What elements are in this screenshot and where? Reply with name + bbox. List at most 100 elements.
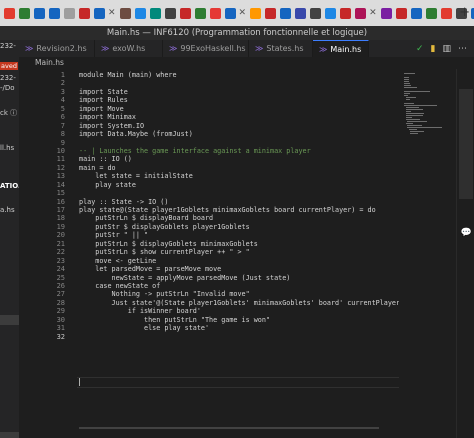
code-line[interactable]: play :: State -> IO () [79, 198, 399, 206]
browser-tab-favicon[interactable] [94, 7, 105, 19]
file-icon[interactable]: ▮ [431, 44, 436, 54]
browser-tab-favicon[interactable] [250, 7, 262, 19]
browser-tab-favicon[interactable] [119, 7, 131, 19]
minimap-line [404, 79, 410, 80]
browser-tab-favicon[interactable] [355, 7, 367, 19]
explorer-item[interactable]: ck ⓘ [0, 108, 17, 118]
code-line[interactable]: Nothing -> putStrLn "Invalid move" [79, 290, 399, 298]
code-line[interactable]: import Minimax [79, 113, 399, 121]
code-line[interactable] [79, 139, 399, 147]
code-line[interactable]: else play state' [79, 324, 399, 332]
minimap[interactable] [399, 69, 456, 438]
close-icon[interactable]: ✕ [369, 8, 377, 18]
tab-label: exoW.hs [112, 44, 146, 53]
haskell-file-icon: ≫ [101, 44, 110, 53]
explorer-item[interactable]: a.hs [0, 206, 15, 214]
code-line[interactable]: putStrLn $ show currentPlayer ++ " > " [79, 248, 399, 256]
browser-tab-favicon[interactable] [224, 7, 236, 19]
tab-exow[interactable]: ≫ exoW.hs [95, 40, 163, 57]
browser-tab-favicon[interactable] [470, 7, 474, 19]
comment-bubble-icon[interactable]: 💬 [461, 228, 472, 238]
minimap-line [405, 117, 413, 118]
explorer-item[interactable]: 232- [0, 42, 16, 50]
code-line[interactable]: let parsedMove = parseMove move [79, 265, 399, 273]
code-line[interactable]: putStr " || " [79, 231, 399, 239]
browser-tab-favicon[interactable] [395, 7, 407, 19]
code-line[interactable]: putStrLn $ displayBoard board [79, 214, 399, 222]
breadcrumb[interactable]: Main.hs [19, 57, 399, 69]
line-number-gutter: 1 2 3 4 5 6 7 8 9 10 11 12 13 14 15 16 17 18 19 20 21 22 23 24 2… [19, 71, 77, 341]
tab-states[interactable]: ≫ States.hs [249, 40, 313, 57]
line-number: 10 [56, 146, 65, 155]
new-tab-button[interactable]: + [459, 5, 470, 20]
code-line[interactable]: newState = applyMove parsedMove (Just st… [79, 274, 399, 282]
browser-tab-favicon[interactable] [134, 7, 146, 19]
code-line[interactable] [79, 189, 399, 197]
browser-tab-favicon[interactable] [149, 7, 161, 19]
code-content[interactable]: module Main (main) where import State impo… [79, 71, 399, 341]
browser-tab-favicon[interactable] [4, 7, 15, 19]
explorer-item[interactable]: -/Do [0, 84, 15, 92]
code-line[interactable] [79, 79, 399, 87]
tab-main[interactable]: ≫ Main.hs [313, 40, 369, 57]
check-icon[interactable]: ✓ [416, 44, 424, 54]
browser-tab-favicon[interactable] [49, 7, 60, 19]
browser-tab-favicon[interactable] [179, 7, 191, 19]
code-editor[interactable]: 1 2 3 4 5 6 7 8 9 10 11 12 13 14 15 16 17 18 19 20 21 22 23 24 2… [19, 69, 399, 429]
code-line[interactable]: case newState of [79, 282, 399, 290]
browser-tab-favicon[interactable] [19, 7, 30, 19]
horizontal-scrollbar[interactable] [79, 427, 379, 429]
current-line-highlight [77, 377, 399, 388]
browser-tab-favicon[interactable] [425, 7, 437, 19]
more-actions-icon[interactable]: ⋯ [458, 44, 467, 54]
line-number: 1 [60, 71, 65, 79]
browser-tab-favicon[interactable] [209, 7, 221, 19]
close-icon[interactable]: ✕ [239, 8, 247, 18]
tab-99exohaskell[interactable]: ≫ 99ExoHaskell.hs [163, 40, 249, 57]
code-line[interactable]: import System.IO [79, 122, 399, 130]
window-title: Main.hs — INF6120 (Programmation fonctio… [0, 26, 474, 40]
browser-tab-favicon[interactable] [34, 7, 45, 19]
browser-tab-favicon[interactable] [440, 7, 452, 19]
browser-tab-favicon[interactable] [310, 7, 322, 19]
browser-tab-favicon[interactable] [340, 7, 352, 19]
code-line[interactable]: putStr $ displayGoblets player1Goblets [79, 223, 399, 231]
code-line[interactable]: if isWinner board' [79, 307, 399, 315]
browser-tab-favicon[interactable] [410, 7, 422, 19]
code-line[interactable]: then putStrLn "The game is won" [79, 316, 399, 324]
browser-tab-favicon[interactable] [295, 7, 307, 19]
code-line[interactable]: Just state'@(State player1Goblets' minim… [79, 299, 400, 307]
code-line[interactable]: let state = initialState [79, 172, 399, 180]
browser-tab-favicon[interactable] [325, 7, 337, 19]
minimap-line [404, 91, 430, 92]
browser-tab-favicon[interactable] [280, 7, 292, 19]
tab-revision2[interactable]: ≫ Revision2.hs [19, 40, 95, 57]
split-editor-icon[interactable]: ▥ [442, 44, 451, 54]
code-line[interactable]: module Main (main) where [79, 71, 399, 79]
browser-tab-favicon[interactable] [380, 7, 392, 19]
line-number: 20 [56, 231, 65, 240]
code-line[interactable]: import State [79, 88, 399, 96]
browser-tab-favicon[interactable] [64, 7, 75, 19]
code-line[interactable]: play state@(State player1Goblets minimax… [79, 206, 399, 214]
explorer-item[interactable]: 232- [0, 74, 16, 82]
browser-tab-favicon[interactable] [265, 7, 277, 19]
explorer-item[interactable]: ll.hs [0, 144, 14, 152]
code-line[interactable]: import Rules [79, 96, 399, 104]
code-line[interactable]: main = do [79, 164, 399, 172]
code-line[interactable]: -- | Launches the game interface against… [79, 147, 399, 155]
browser-tab-favicon[interactable] [164, 7, 176, 19]
code-line[interactable]: import Data.Maybe (fromJust) [79, 130, 399, 138]
scrollbar-thumb[interactable] [459, 89, 473, 199]
browser-tab-favicon[interactable] [194, 7, 206, 19]
code-line[interactable]: main :: IO () [79, 155, 399, 163]
explorer-section[interactable]: ATIO.. [0, 182, 19, 190]
vertical-scrollbar[interactable]: 💬 [456, 69, 474, 438]
code-line[interactable]: move <- getLine [79, 257, 399, 265]
code-line[interactable] [79, 333, 399, 341]
code-line[interactable]: play state [79, 181, 399, 189]
browser-tab-favicon[interactable] [79, 7, 90, 19]
code-line[interactable]: import Move [79, 105, 399, 113]
code-line[interactable]: putStrLn $ displayGoblets minimaxGoblets [79, 240, 399, 248]
close-icon[interactable]: ✕ [108, 8, 116, 18]
